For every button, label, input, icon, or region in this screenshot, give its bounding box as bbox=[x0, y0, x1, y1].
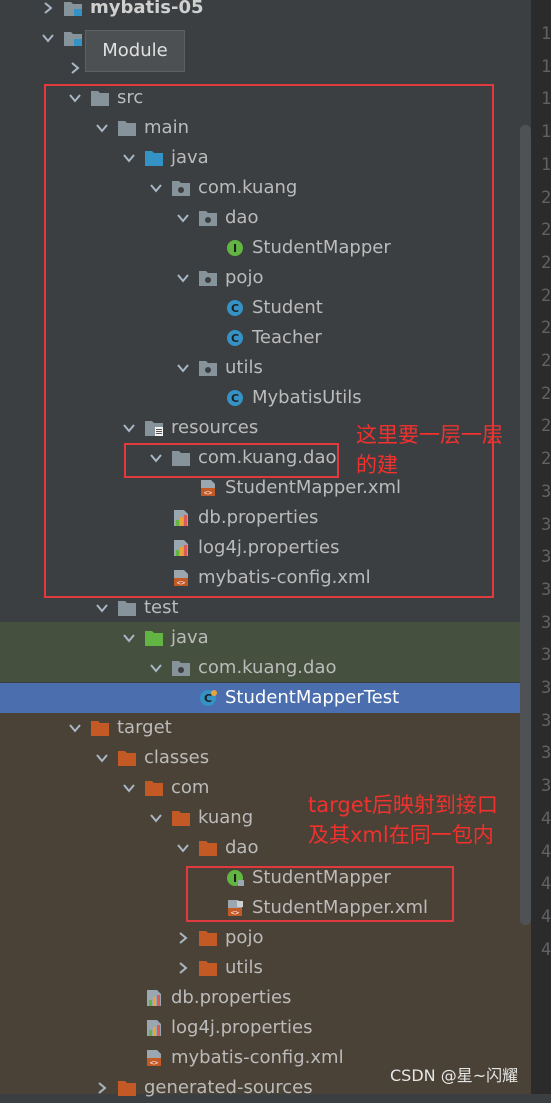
svg-text:C: C bbox=[204, 692, 212, 705]
tree-node[interactable]: C StudentMapperTest bbox=[0, 683, 531, 713]
chevron-down-icon[interactable] bbox=[67, 720, 83, 736]
tree-node[interactable]: pojo bbox=[0, 923, 531, 953]
package-icon bbox=[171, 659, 191, 677]
line-number: 1 bbox=[541, 24, 551, 44]
chevron-down-icon[interactable] bbox=[175, 840, 191, 856]
line-number: 3 bbox=[541, 514, 551, 535]
tree-node[interactable]: classes bbox=[0, 743, 531, 773]
line-number: 4 bbox=[541, 841, 551, 862]
line-number: 4 bbox=[541, 874, 551, 895]
line-number: 2 bbox=[541, 318, 551, 339]
tree-node[interactable]: log4j.properties bbox=[0, 1013, 531, 1043]
chevron-down-icon[interactable] bbox=[121, 630, 137, 646]
module-folder-icon bbox=[63, 0, 83, 17]
properties-file-icon bbox=[144, 989, 164, 1007]
tree-node[interactable]: com.kuang.dao bbox=[0, 653, 531, 683]
tree-node-label: kuang bbox=[198, 807, 254, 828]
excluded-folder-icon bbox=[198, 929, 218, 947]
chevron-right-icon[interactable] bbox=[175, 960, 191, 976]
excluded-folder-icon bbox=[117, 1079, 137, 1097]
line-number: 4 bbox=[541, 939, 551, 960]
annotation-note-1-line1: 这里要一层一层 bbox=[356, 423, 503, 447]
tree-node[interactable]: utils bbox=[0, 953, 531, 983]
excluded-folder-icon bbox=[171, 809, 191, 827]
tree-node-label: com.kuang.dao bbox=[198, 657, 337, 678]
excluded-folder-icon bbox=[198, 839, 218, 857]
module-folder-icon bbox=[63, 29, 83, 47]
vertical-scrollbar[interactable] bbox=[520, 125, 531, 925]
test-source-folder-icon bbox=[144, 629, 164, 647]
line-number: 3 bbox=[541, 547, 551, 568]
chevron-down-icon[interactable] bbox=[148, 810, 164, 826]
line-number: 3 bbox=[541, 579, 551, 600]
svg-text:<>: <> bbox=[150, 1059, 158, 1067]
tree-node[interactable]: mybatis-05 bbox=[0, 0, 531, 23]
line-number: 3 bbox=[541, 645, 551, 666]
tree-node[interactable]: 6 bbox=[0, 23, 531, 53]
line-number: 2 bbox=[541, 187, 551, 208]
module-tooltip: Module bbox=[85, 30, 185, 72]
tree-node-label: StudentMapperTest bbox=[225, 687, 400, 708]
properties-file-icon bbox=[144, 1019, 164, 1037]
src-highlight-box bbox=[44, 84, 494, 598]
excluded-folder-icon bbox=[144, 779, 164, 797]
annotation-note-2-line1: target后映射到接口 bbox=[308, 793, 498, 817]
chevron-down-icon[interactable] bbox=[94, 600, 110, 616]
line-number: 3 bbox=[541, 481, 551, 502]
line-number: 3 bbox=[541, 678, 551, 698]
target-dao-highlight-box bbox=[186, 866, 454, 922]
tree-node-label: pojo bbox=[225, 927, 264, 948]
chevron-down-icon[interactable] bbox=[121, 780, 137, 796]
line-number: 2 bbox=[541, 351, 551, 371]
line-number: 3 bbox=[541, 776, 551, 797]
line-number: 4 bbox=[541, 808, 551, 829]
tree-node-label: db.properties bbox=[171, 987, 292, 1008]
annotation-note-1-line2: 的建 bbox=[356, 453, 398, 477]
annotation-note-2-line2: 及其xml在同一包内 bbox=[308, 823, 494, 847]
tree-node[interactable]: target bbox=[0, 713, 531, 743]
line-number: 2 bbox=[541, 285, 551, 306]
line-number: 2 bbox=[541, 220, 551, 241]
line-number: 2 bbox=[541, 449, 551, 470]
tree-node-label: java bbox=[171, 627, 209, 648]
tree-node-label: mybatis-05 bbox=[90, 0, 204, 18]
excluded-folder-icon bbox=[90, 719, 110, 737]
chevron-right-icon[interactable] bbox=[40, 0, 56, 16]
tree-node[interactable] bbox=[0, 53, 531, 83]
excluded-folder-icon bbox=[117, 749, 137, 767]
tree-node-label: mybatis-config.xml bbox=[171, 1047, 344, 1068]
tree-node-label: log4j.properties bbox=[171, 1017, 313, 1038]
tree-node[interactable]: db.properties bbox=[0, 983, 531, 1013]
line-number: 1 bbox=[541, 89, 551, 110]
line-number: 3 bbox=[541, 710, 551, 731]
line-number: 1 bbox=[541, 56, 551, 77]
resources-package-highlight-box bbox=[124, 443, 339, 478]
line-number: 1 bbox=[541, 122, 551, 143]
test-class-icon: C bbox=[198, 689, 218, 707]
line-number: 2 bbox=[541, 383, 551, 404]
tree-node-label: generated-sources bbox=[144, 1077, 313, 1098]
line-number: 3 bbox=[541, 743, 551, 764]
folder-icon bbox=[117, 599, 137, 617]
tree-node-label: com bbox=[171, 777, 210, 798]
tree-node-label: dao bbox=[225, 837, 259, 858]
line-number: 2 bbox=[541, 416, 551, 437]
excluded-folder-icon bbox=[198, 959, 218, 977]
line-number: 3 bbox=[541, 612, 551, 633]
xml-file-icon: <> bbox=[144, 1049, 164, 1067]
tree-node-label: classes bbox=[144, 747, 210, 768]
tree-node-label: target bbox=[117, 717, 172, 738]
tree-node-label: utils bbox=[225, 957, 263, 978]
tree-node-label: test bbox=[144, 597, 179, 618]
line-number: 2 bbox=[541, 252, 551, 273]
line-number: 4 bbox=[541, 906, 551, 927]
chevron-right-icon[interactable] bbox=[175, 930, 191, 946]
chevron-down-icon[interactable] bbox=[94, 750, 110, 766]
line-number: 1 bbox=[541, 154, 551, 175]
chevron-down-icon[interactable] bbox=[40, 30, 56, 46]
chevron-right-icon[interactable] bbox=[67, 60, 83, 76]
csdn-watermark: CSDN @星~闪耀 bbox=[390, 1066, 519, 1085]
tree-node[interactable]: java bbox=[0, 623, 531, 653]
chevron-down-icon[interactable] bbox=[148, 660, 164, 676]
